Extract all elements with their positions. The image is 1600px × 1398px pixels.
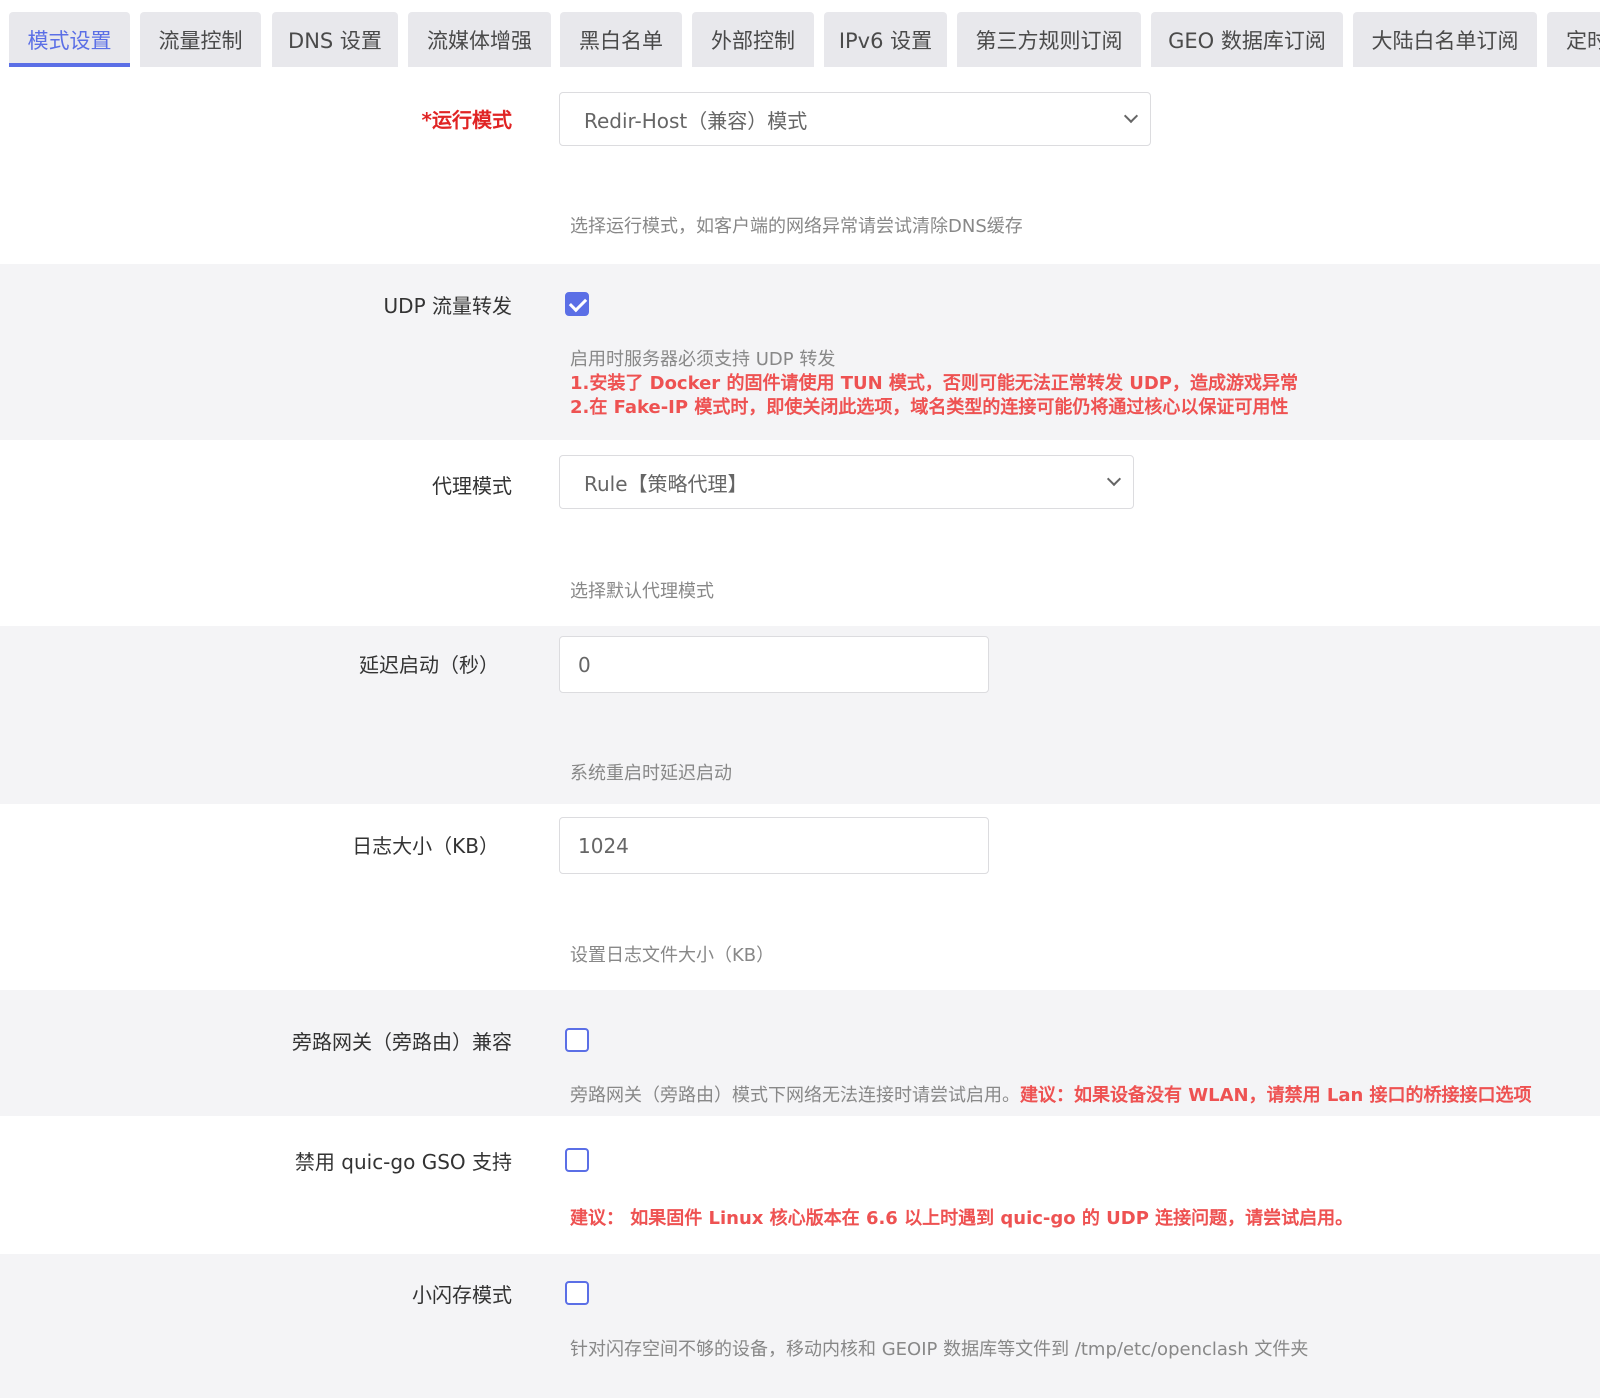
small-flash-label: 小闪存模式 (412, 1283, 512, 1307)
proxy-mode-select[interactable]: Rule【策略代理】 (559, 455, 1134, 509)
quic-gso-label: 禁用 quic-go GSO 支持 (294, 1150, 512, 1174)
row-log-size: 日志大小（KB） 设置日志文件大小（KB） (0, 804, 1600, 990)
tab-external-control[interactable]: 外部控制 (692, 12, 814, 67)
tab-mainland-whitelist[interactable]: 大陆白名单订阅 (1353, 12, 1537, 67)
tab-mode-settings[interactable]: 模式设置 (9, 12, 130, 67)
row-bypass-gateway: 旁路网关（旁路由）兼容 旁路网关（旁路由）模式下网络无法连接时请尝试启用。建议：… (0, 990, 1600, 1116)
tab-scheduled[interactable]: 定时 (1547, 12, 1600, 67)
udp-forward-checkbox[interactable] (565, 292, 589, 316)
log-size-label: 日志大小（KB） (352, 834, 499, 858)
proxy-mode-description: 选择默认代理模式 (570, 581, 714, 602)
tab-streaming-enhance[interactable]: 流媒体增强 (408, 12, 551, 67)
tab-geo-database[interactable]: GEO 数据库订阅 (1151, 12, 1343, 67)
udp-forward-warning-1: 1.安装了 Docker 的固件请使用 TUN 模式，否则可能无法正常转发 UD… (570, 373, 1298, 394)
udp-forward-description: 启用时服务器必须支持 UDP 转发 (570, 349, 836, 370)
delay-start-input[interactable] (559, 636, 989, 693)
bypass-gateway-label: 旁路网关（旁路由）兼容 (292, 1030, 512, 1054)
row-quic-gso: 禁用 quic-go GSO 支持 建议： 如果固件 Linux 核心版本在 6… (0, 1116, 1600, 1254)
row-proxy-mode: 代理模式 Rule【策略代理】 选择默认代理模式 (0, 440, 1600, 626)
proxy-mode-label: 代理模式 (432, 474, 512, 498)
tab-traffic-control[interactable]: 流量控制 (140, 12, 261, 67)
delay-start-label: 延迟启动（秒） (359, 653, 499, 677)
row-udp-forward: UDP 流量转发 启用时服务器必须支持 UDP 转发 1.安装了 Docker … (0, 264, 1600, 440)
chevron-down-icon (1123, 108, 1139, 124)
udp-forward-label: UDP 流量转发 (383, 294, 512, 318)
row-run-mode: *运行模式 Redir-Host（兼容）模式 选择运行模式，如客户端的网络异常请… (0, 74, 1600, 264)
proxy-mode-value: Rule【策略代理】 (584, 471, 748, 496)
run-mode-label: *运行模式 (421, 108, 512, 132)
bypass-gateway-checkbox[interactable] (565, 1028, 589, 1052)
run-mode-value: Redir-Host（兼容）模式 (584, 108, 808, 133)
small-flash-description: 针对闪存空间不够的设备，移动内核和 GEOIP 数据库等文件到 /tmp/etc… (570, 1339, 1309, 1360)
log-size-input[interactable] (559, 817, 989, 874)
row-small-flash: 小闪存模式 针对闪存空间不够的设备，移动内核和 GEOIP 数据库等文件到 /t… (0, 1254, 1600, 1398)
bypass-gateway-warning: 建议：如果设备没有 WLAN，请禁用 Lan 接口的桥接接口选项 (1020, 1085, 1532, 1106)
quic-gso-warning: 建议： 如果固件 Linux 核心版本在 6.6 以上时遇到 quic-go 的… (570, 1208, 1354, 1229)
run-mode-description: 选择运行模式，如客户端的网络异常请尝试清除DNS缓存 (570, 216, 1023, 237)
bypass-gateway-description: 旁路网关（旁路由）模式下网络无法连接时请尝试启用。建议：如果设备没有 WLAN，… (570, 1084, 1532, 1108)
run-mode-select[interactable]: Redir-Host（兼容）模式 (559, 92, 1151, 146)
quic-gso-checkbox[interactable] (565, 1148, 589, 1172)
bypass-gateway-desc-text: 旁路网关（旁路由）模式下网络无法连接时请尝试启用。 (570, 1085, 1020, 1106)
row-delay-start: 延迟启动（秒） 系统重启时延迟启动 (0, 626, 1600, 804)
small-flash-checkbox[interactable] (565, 1281, 589, 1305)
tab-black-white-list[interactable]: 黑白名单 (560, 12, 682, 67)
log-size-description: 设置日志文件大小（KB） (570, 945, 775, 966)
udp-forward-warning-2: 2.在 Fake-IP 模式时，即使关闭此选项，域名类型的连接可能仍将通过核心以… (570, 397, 1289, 418)
chevron-down-icon (1106, 471, 1122, 487)
tab-third-party-rules[interactable]: 第三方规则订阅 (957, 12, 1141, 67)
tab-dns-settings[interactable]: DNS 设置 (272, 12, 398, 67)
delay-start-description: 系统重启时延迟启动 (570, 763, 732, 784)
tab-bar: 模式设置 流量控制 DNS 设置 流媒体增强 黑白名单 外部控制 IPv6 设置… (0, 0, 1600, 72)
tab-ipv6-settings[interactable]: IPv6 设置 (824, 12, 947, 67)
